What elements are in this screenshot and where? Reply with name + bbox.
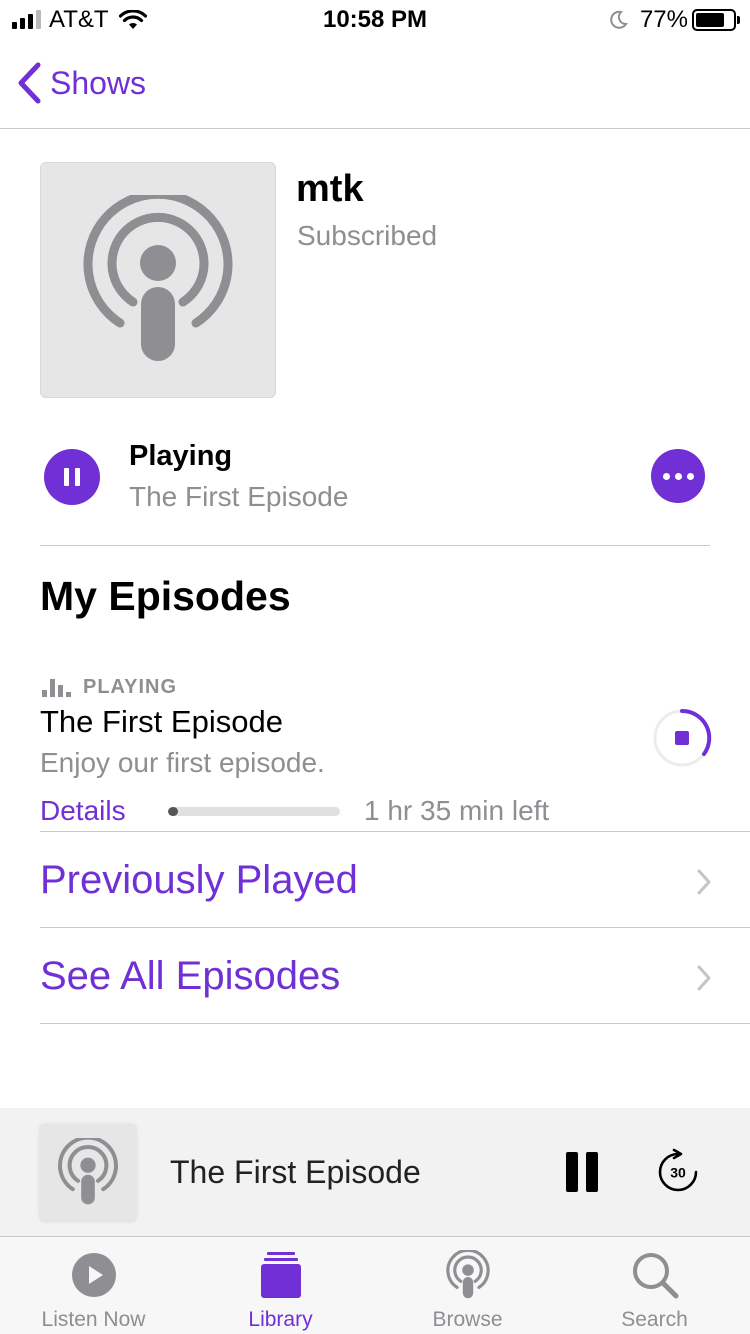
see-all-episodes-row[interactable]: See All Episodes [40,927,750,1023]
episode-playing-indicator: PLAYING [42,676,177,699]
chevron-left-icon [18,62,41,104]
pause-bar [64,468,69,486]
episode-title[interactable]: The First Episode [40,704,283,740]
podcasts-icon [444,1250,492,1299]
tab-listen-now[interactable]: Listen Now [0,1237,187,1334]
mini-player-title: The First Episode [170,1154,421,1190]
battery-fill [696,13,724,27]
tab-bar: Listen Now Library Browse Search [0,1236,750,1334]
divider [40,1023,750,1024]
episode-tag: PLAYING [83,676,178,698]
tab-search[interactable]: Search [561,1237,748,1334]
play-circle-icon [70,1251,118,1299]
see-all-episodes-label: See All Episodes [40,954,341,998]
episode-progress-bar [168,807,340,816]
back-button-label: Shows [50,64,147,101]
skip-forward-30-icon[interactable]: 30 [654,1148,702,1196]
svg-text:30: 30 [670,1165,686,1181]
subscription-status: Subscribed [297,220,438,251]
stop-download-progress-icon[interactable] [652,708,712,768]
section-title: My Episodes [40,573,291,619]
mini-player-artwork [40,1124,136,1220]
tab-library[interactable]: Library [187,1237,374,1334]
details-link[interactable]: Details [40,795,126,827]
battery-icon [692,9,740,31]
episode-progress-fill [168,807,179,816]
tab-label: Listen Now [41,1308,146,1331]
do-not-disturb-moon-icon [610,10,628,29]
divider [40,545,710,546]
status-right: 77% [608,6,740,34]
podcasts-icon [83,195,233,361]
tab-browse[interactable]: Browse [374,1237,561,1334]
tab-label: Browse [432,1308,503,1331]
episode-description: Enjoy our first episode. [40,747,325,778]
navigation-bar: Shows [0,40,750,129]
status-bar: AT&T 10:58 PM 77% [0,0,750,40]
tab-label: Library [248,1308,313,1331]
previously-played-label: Previously Played [40,858,358,902]
chevron-right-icon [697,965,711,991]
equalizer-bars-icon [42,678,71,697]
chevron-right-icon [697,869,711,895]
pause-button[interactable] [44,449,100,505]
playing-episode-title: The First Episode [129,481,349,512]
back-button[interactable]: Shows [16,62,146,104]
tab-label: Search [621,1308,688,1331]
more-options-button[interactable] [651,449,705,503]
mini-player-pause-button[interactable] [566,1152,598,1192]
previously-played-row[interactable]: Previously Played [40,831,750,927]
pause-bar [75,468,80,486]
show-title: mtk [296,168,364,210]
time-left: 1 hr 35 min left [364,795,550,826]
library-stack-icon [257,1251,305,1299]
playing-state-label: Playing [129,440,233,472]
magnifier-icon [631,1251,679,1299]
show-artwork[interactable] [40,162,276,398]
podcasts-icon [58,1138,118,1205]
mini-player[interactable]: The First Episode 30 [0,1108,750,1236]
battery-percent: 77% [639,6,688,33]
